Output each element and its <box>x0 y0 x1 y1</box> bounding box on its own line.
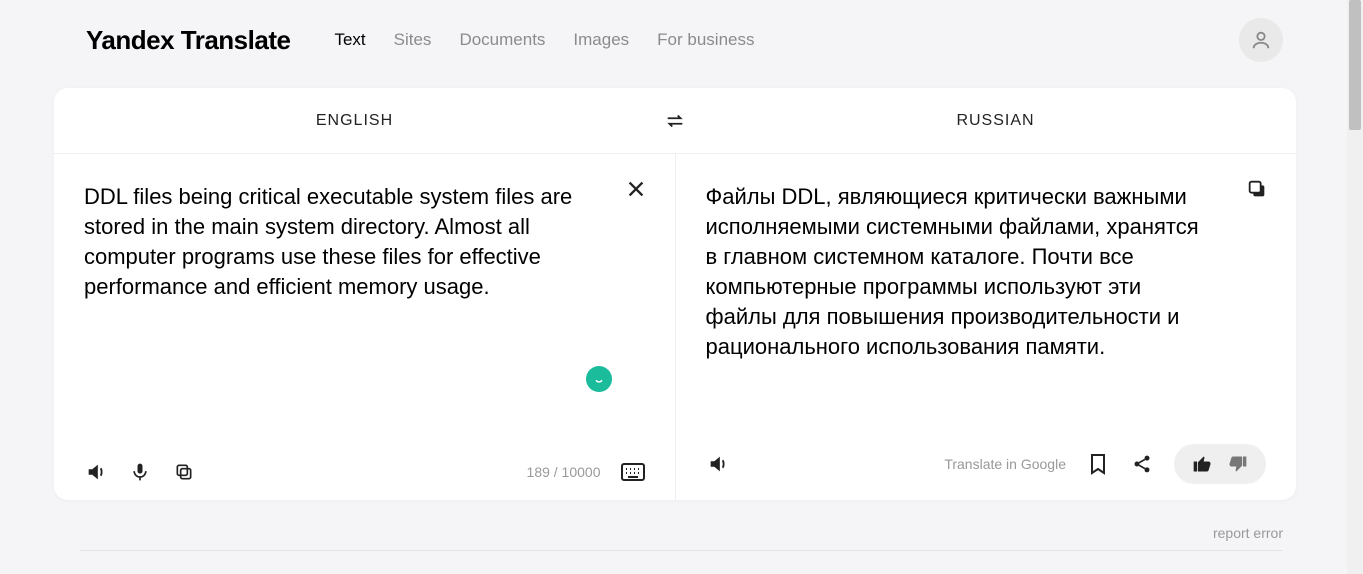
scrollbar-thumb[interactable] <box>1349 0 1361 130</box>
user-avatar[interactable] <box>1239 18 1283 62</box>
language-bar: ENGLISH RUSSIAN <box>54 88 1296 154</box>
listen-source-button[interactable] <box>84 460 108 484</box>
copy-icon <box>1246 178 1268 200</box>
thumbs-up-icon <box>1192 454 1212 474</box>
nav-text[interactable]: Text <box>334 30 365 50</box>
vote-group <box>1174 444 1266 484</box>
bookmark-button[interactable] <box>1086 452 1110 476</box>
translate-google-link[interactable]: Translate in Google <box>944 456 1066 472</box>
close-icon <box>625 178 647 200</box>
smile-icon <box>592 372 606 386</box>
source-text[interactable]: DDL files being critical executable syst… <box>84 182 645 302</box>
panels: DDL files being critical executable syst… <box>54 154 1296 500</box>
divider <box>80 550 1283 551</box>
listen-target-button[interactable] <box>706 452 730 476</box>
user-icon <box>1250 29 1272 51</box>
source-language[interactable]: ENGLISH <box>54 112 655 130</box>
nav-documents[interactable]: Documents <box>459 30 545 50</box>
keyboard-button[interactable] <box>621 460 645 484</box>
keyboard-icon <box>621 463 645 481</box>
copy-icon <box>174 462 194 482</box>
copy-source-button[interactable] <box>172 460 196 484</box>
target-language[interactable]: RUSSIAN <box>695 112 1296 130</box>
source-panel: DDL files being critical executable syst… <box>54 154 676 500</box>
scrollbar-track[interactable] <box>1347 0 1363 574</box>
target-panel: Файлы DDL, являющиеся критически важными… <box>676 154 1297 500</box>
nav-business[interactable]: For business <box>657 30 754 50</box>
speaker-icon <box>85 461 107 483</box>
nav-sites[interactable]: Sites <box>394 30 432 50</box>
microphone-icon <box>130 462 150 482</box>
swap-languages-button[interactable] <box>655 110 695 132</box>
bookmark-icon <box>1088 453 1108 475</box>
source-footer: 189 / 10000 <box>84 460 645 484</box>
share-icon <box>1132 454 1152 474</box>
target-footer: Translate in Google <box>706 444 1267 484</box>
thumbs-up-button[interactable] <box>1190 452 1214 476</box>
clear-button[interactable] <box>625 178 647 200</box>
nav: Text Sites Documents Images For business <box>334 30 1239 50</box>
nav-images[interactable]: Images <box>573 30 629 50</box>
target-text: Файлы DDL, являющиеся критически важными… <box>706 182 1267 362</box>
microphone-button[interactable] <box>128 460 152 484</box>
speaker-icon <box>707 453 729 475</box>
logo[interactable]: Yandex Translate <box>86 25 290 56</box>
char-count: 189 / 10000 <box>527 464 601 480</box>
grammar-badge[interactable] <box>586 366 612 392</box>
report-error-link[interactable]: report error <box>1213 525 1283 541</box>
thumbs-down-icon <box>1228 454 1248 474</box>
swap-icon <box>664 110 686 132</box>
translate-card: ENGLISH RUSSIAN DDL files being critical… <box>54 88 1296 500</box>
header: Yandex Translate Text Sites Documents Im… <box>0 0 1363 78</box>
copy-target-button[interactable] <box>1246 178 1268 200</box>
thumbs-down-button[interactable] <box>1226 452 1250 476</box>
share-button[interactable] <box>1130 452 1154 476</box>
